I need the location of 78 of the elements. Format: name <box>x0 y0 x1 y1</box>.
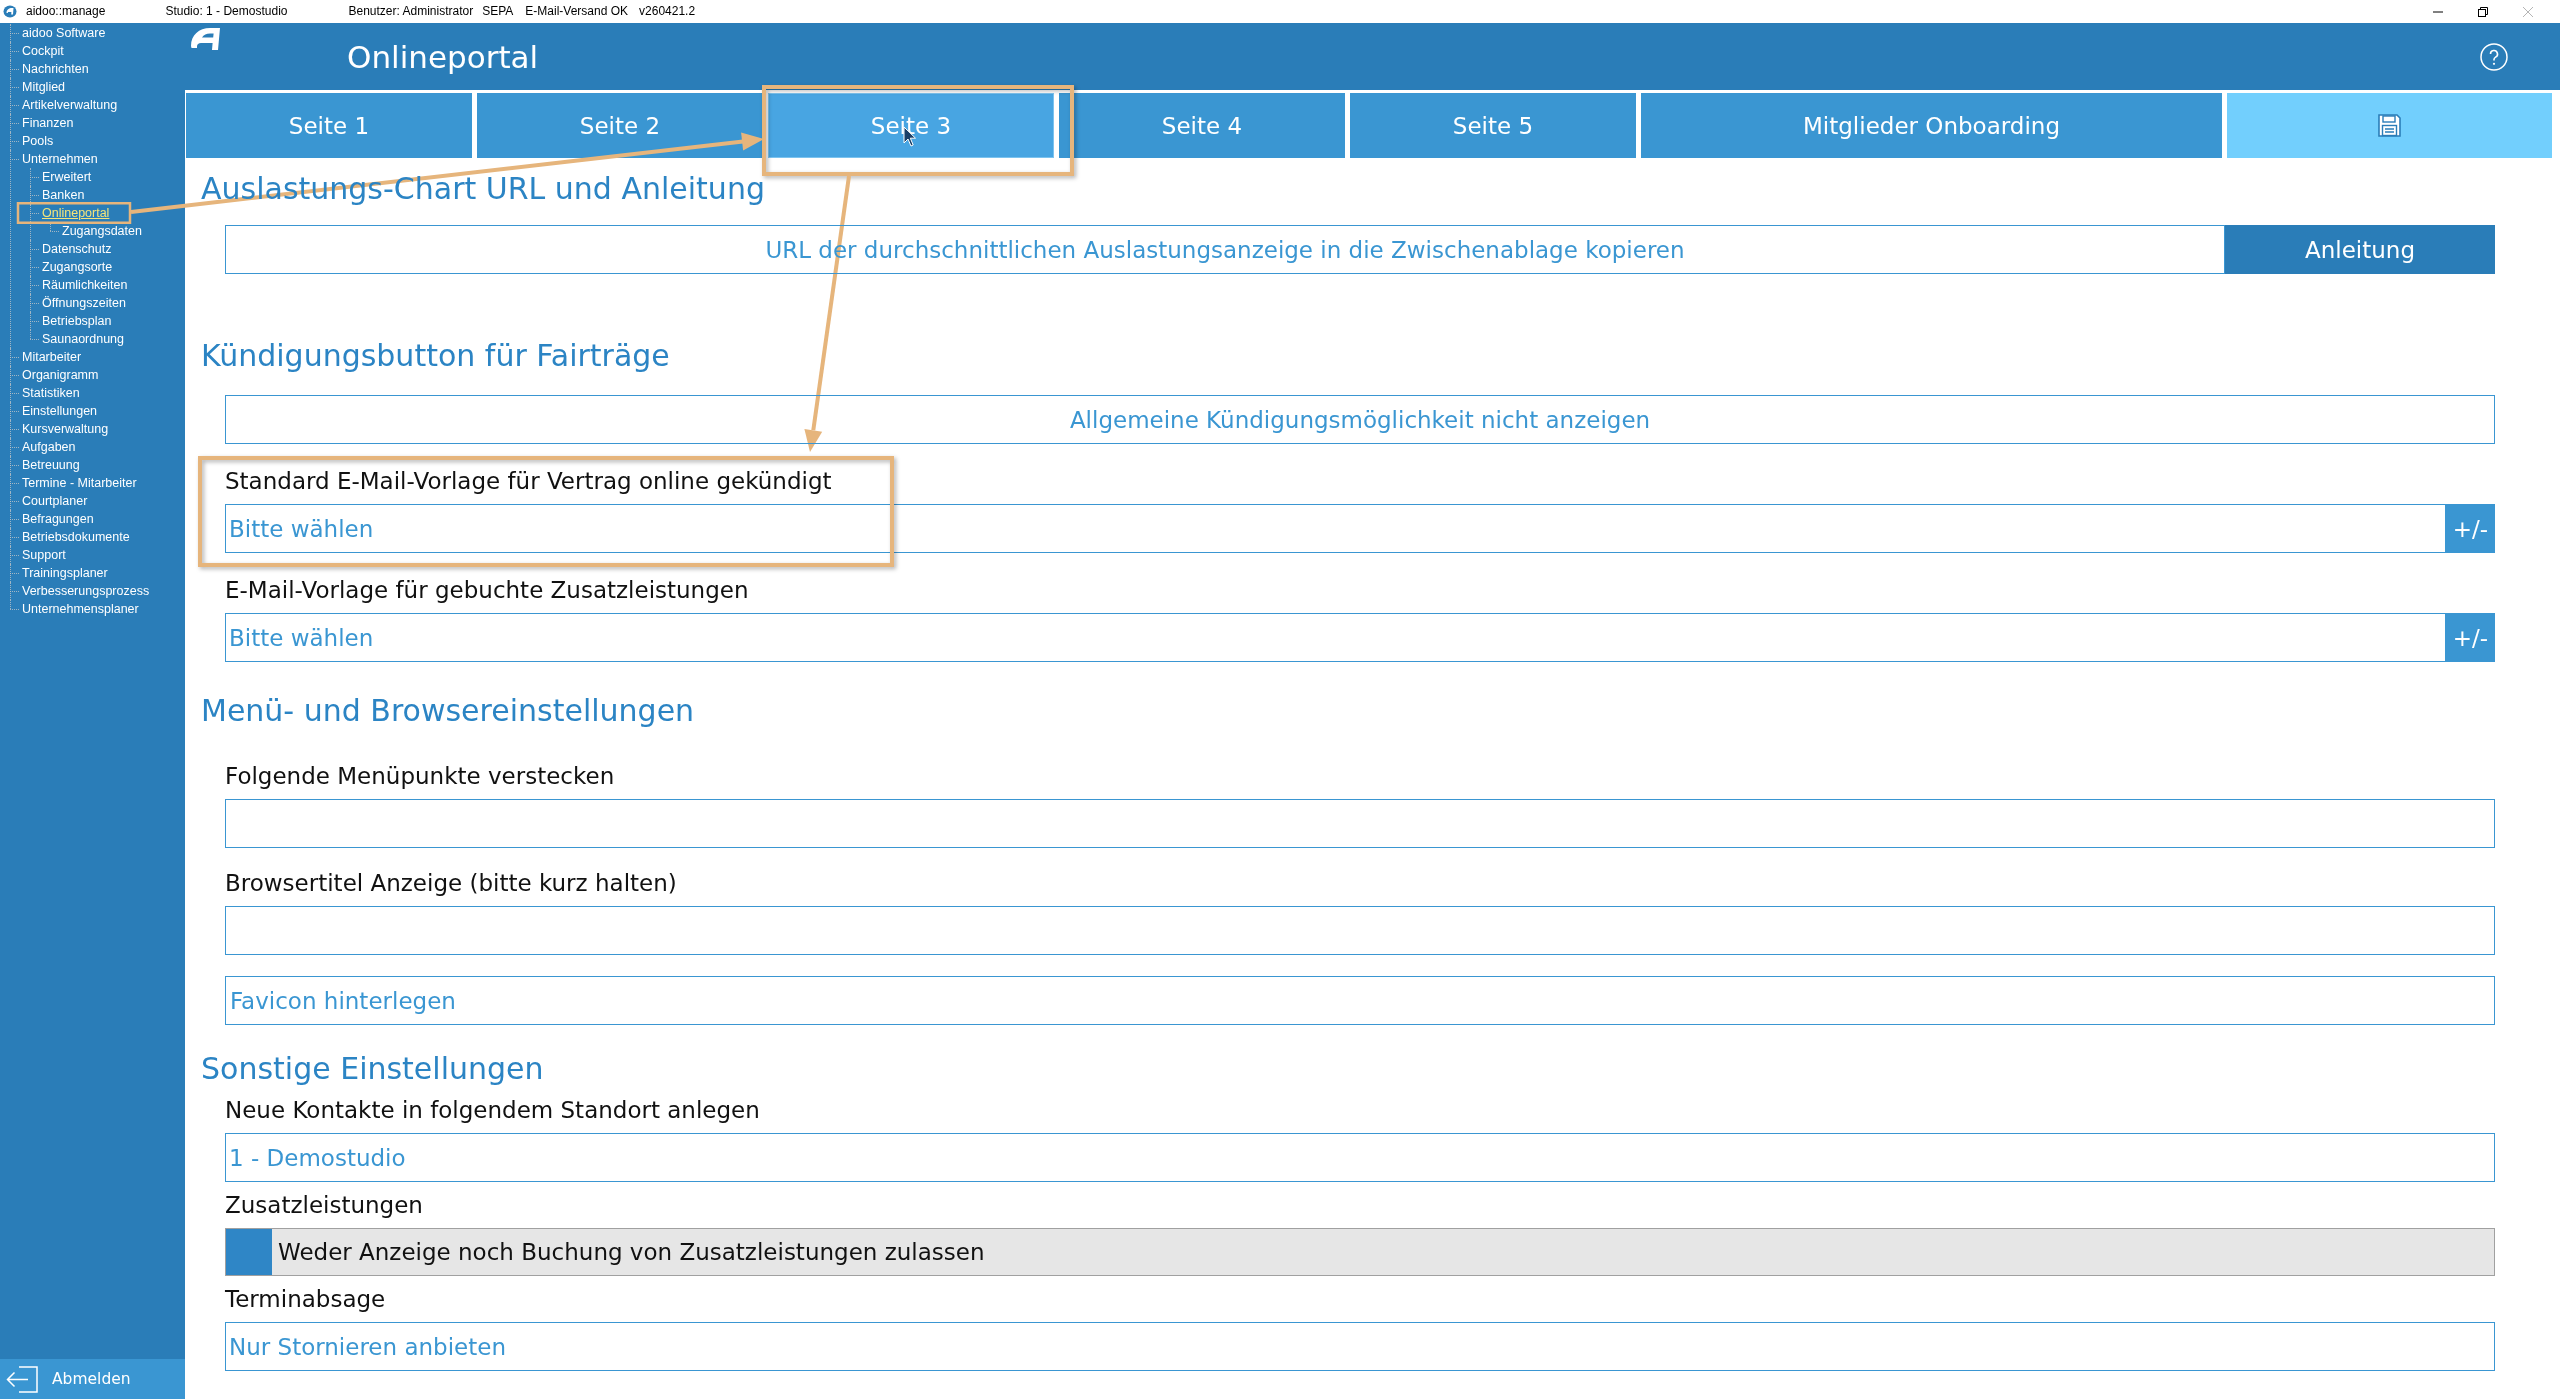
input-field[interactable] <box>225 906 2495 955</box>
tab[interactable]: Seite 4 <box>1059 93 1345 158</box>
sidebar-item[interactable]: Erweitert <box>42 168 92 186</box>
field-label: Standard E-Mail-Vorlage für Vertrag online gekündigt <box>225 467 832 495</box>
select-field[interactable]: 1 - Demostudio <box>225 1133 2495 1182</box>
sidebar-item[interactable]: Courtplaner <box>22 492 88 510</box>
sidebar-item[interactable]: Betreuung <box>22 456 80 474</box>
tab[interactable]: Mitglieder Onboarding <box>1641 93 2222 158</box>
sidebar-item[interactable]: Saunaordnung <box>42 330 125 348</box>
logo-icon <box>190 27 221 52</box>
field-label: Zusatzleistungen <box>225 1191 423 1219</box>
mail-status: E-Mail-Versand OK <box>525 4 629 19</box>
app-icon <box>3 5 17 18</box>
sidebar-item[interactable]: Mitarbeiter <box>22 348 82 366</box>
close-icon[interactable] <box>2523 6 2533 17</box>
sidebar-item[interactable]: Betriebsdokumente <box>22 528 130 546</box>
sidebar-item[interactable]: Artikelverwaltung <box>22 96 118 114</box>
sidebar-item[interactable]: Pools <box>22 132 54 150</box>
sidebar-item[interactable]: Kursverwaltung <box>22 420 109 438</box>
field-label: E-Mail-Vorlage für gebuchte Zusatzleistungen <box>225 576 749 604</box>
tab[interactable]: Seite 3 <box>768 93 1054 158</box>
sidebar-item[interactable]: Datenschutz <box>42 240 112 258</box>
sidebar-item[interactable]: Aufgaben <box>22 438 76 456</box>
help-icon[interactable] <box>2480 42 2508 71</box>
checkbox-label: Weder Anzeige noch Buchung von Zusatzleistungen zulassen <box>278 1239 985 1265</box>
sepa-status: SEPA <box>482 4 514 19</box>
tab[interactable]: Seite 1 <box>186 93 472 158</box>
sidebar-item[interactable]: Onlineportal <box>42 204 110 222</box>
input-field[interactable] <box>225 799 2495 848</box>
field-label: Browsertitel Anzeige (bitte kurz halten) <box>225 869 677 897</box>
section-heading: Menü- und Browsereinstellungen <box>201 693 695 729</box>
sidebar-item[interactable]: Räumlichkeiten <box>42 276 128 294</box>
sidebar-item[interactable]: Zugangsorte <box>42 258 113 276</box>
sidebar-item[interactable]: Statistiken <box>22 384 80 402</box>
app-name: aidoo::manage <box>26 4 106 19</box>
sidebar-item[interactable]: Finanzen <box>22 114 74 132</box>
guide-button[interactable]: Anleitung <box>2225 225 2495 274</box>
section-heading: Kündigungsbutton für Fairträge <box>201 338 670 374</box>
restore-icon[interactable] <box>2478 6 2488 17</box>
studio-name: Studio: 1 - Demostudio <box>165 4 288 19</box>
save-icon <box>2378 114 2401 137</box>
sidebar-item[interactable]: Befragungen <box>22 510 94 528</box>
sidebar-item[interactable]: Verbesserungsprozess <box>22 582 150 600</box>
sidebar-item[interactable]: Unternehmen <box>22 150 98 168</box>
sidebar-item[interactable]: Trainingsplaner <box>22 564 108 582</box>
checkbox-row[interactable]: Weder Anzeige noch Buchung von Zusatzleistungen zulassen <box>225 1228 2495 1276</box>
sidebar-item[interactable]: Termine - Mitarbeiter <box>22 474 137 492</box>
select-field[interactable]: Bitte wählen <box>225 504 2446 553</box>
sidebar-item[interactable]: Betriebsplan <box>42 312 112 330</box>
logout-button[interactable]: Abmelden <box>0 1359 185 1399</box>
sidebar-item[interactable]: Zugangsdaten <box>62 222 142 240</box>
sidebar-item[interactable]: Cockpit <box>22 42 64 60</box>
page-title: Onlineportal <box>347 37 539 77</box>
tab[interactable]: Seite 2 <box>477 93 763 158</box>
field-label: Terminabsage <box>225 1285 386 1313</box>
select-field[interactable]: Bitte wählen <box>225 613 2446 662</box>
sidebar-item[interactable]: Nachrichten <box>22 60 89 78</box>
user-name: Benutzer: Administrator <box>348 4 474 19</box>
sidebar-item[interactable]: aidoo Software <box>22 24 106 42</box>
sidebar-item[interactable]: Organigramm <box>22 366 99 384</box>
sidebar-item[interactable]: Banken <box>42 186 85 204</box>
checkbox[interactable] <box>226 1229 272 1275</box>
logout-icon <box>6 1365 38 1393</box>
select-field[interactable]: Nur Stornieren anbieten <box>225 1322 2495 1371</box>
option-button[interactable]: Allgemeine Kündigungsmöglichkeit nicht anzeigen <box>225 395 2495 444</box>
version-label: v260421.2 <box>639 4 696 19</box>
add-remove-button[interactable]: +/- <box>2446 504 2495 553</box>
field-label: Neue Kontakte in folgendem Standort anlegen <box>225 1096 760 1124</box>
tab[interactable]: Seite 5 <box>1350 93 1636 158</box>
sidebar-item[interactable]: Öffnungszeiten <box>42 294 126 312</box>
sidebar-item[interactable]: Unternehmensplaner <box>22 600 139 618</box>
sidebar-item[interactable]: Mitglied <box>22 78 66 96</box>
field-label: Folgende Menüpunkte verstecken <box>225 762 615 790</box>
section-heading: Sonstige Einstellungen <box>201 1051 544 1087</box>
add-remove-button[interactable]: +/- <box>2446 613 2495 662</box>
sidebar-item[interactable]: Support <box>22 546 66 564</box>
sidebar-item[interactable]: Einstellungen <box>22 402 98 420</box>
upload-button[interactable]: Favicon hinterlegen <box>225 976 2495 1025</box>
